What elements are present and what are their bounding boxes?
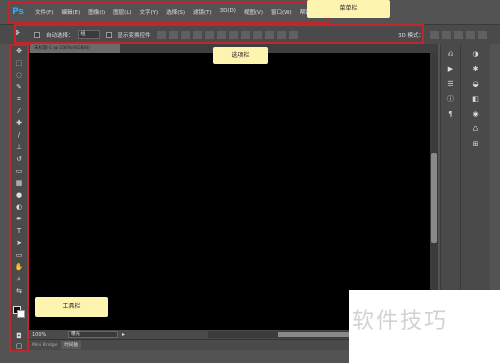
- vertical-scrollbar[interactable]: [430, 53, 438, 330]
- document-canvas[interactable]: [28, 53, 430, 330]
- color-icon[interactable]: ◑: [471, 50, 481, 59]
- status-arrow-icon[interactable]: ▸: [122, 331, 125, 338]
- toolbar-highlight: [9, 44, 29, 352]
- options-bar-highlight: [14, 24, 424, 44]
- properties-icon[interactable]: ☰: [446, 80, 456, 89]
- paragraph-icon[interactable]: ¶: [446, 110, 456, 119]
- toolbar-callout: 工具栏: [35, 297, 108, 317]
- adjustments-icon[interactable]: ◒: [471, 80, 481, 89]
- document-tab[interactable]: 未标题-1 @ 100%(RGB/8): [30, 44, 120, 53]
- tab-mini-bridge[interactable]: Mini Bridge: [32, 343, 57, 348]
- options-bar-callout: 选项栏: [213, 47, 268, 64]
- vertical-scroll-thumb[interactable]: [431, 153, 437, 243]
- swatches-icon[interactable]: ✱: [471, 65, 481, 74]
- tab-timeline[interactable]: 时间轴: [61, 341, 81, 349]
- history-icon[interactable]: ⎌: [446, 50, 456, 59]
- 3d-pan-icon[interactable]: [454, 30, 463, 39]
- channels-icon[interactable]: ◉: [471, 110, 481, 119]
- status-info[interactable]: 曝光: [68, 331, 118, 338]
- actions-icon[interactable]: ▶: [446, 65, 456, 74]
- info-icon[interactable]: ⓘ: [446, 95, 456, 104]
- 3d-scale-icon[interactable]: [478, 30, 487, 39]
- horizontal-scroll-thumb[interactable]: [278, 332, 358, 337]
- menubar-highlight: [8, 1, 330, 23]
- 3d-slide-icon[interactable]: [466, 30, 475, 39]
- layers-icon[interactable]: ◧: [471, 95, 481, 104]
- watermark-text: 软件技巧: [352, 309, 449, 334]
- paths-icon[interactable]: ♺: [471, 125, 481, 134]
- styles-icon[interactable]: ⊞: [471, 140, 481, 149]
- 3d-mode-buttons: [430, 30, 490, 39]
- 3d-roll-icon[interactable]: [442, 30, 451, 39]
- 3d-rotate-icon[interactable]: [430, 30, 439, 39]
- zoom-level[interactable]: 100%: [32, 332, 62, 338]
- menubar-callout: 菜单栏: [307, 0, 390, 18]
